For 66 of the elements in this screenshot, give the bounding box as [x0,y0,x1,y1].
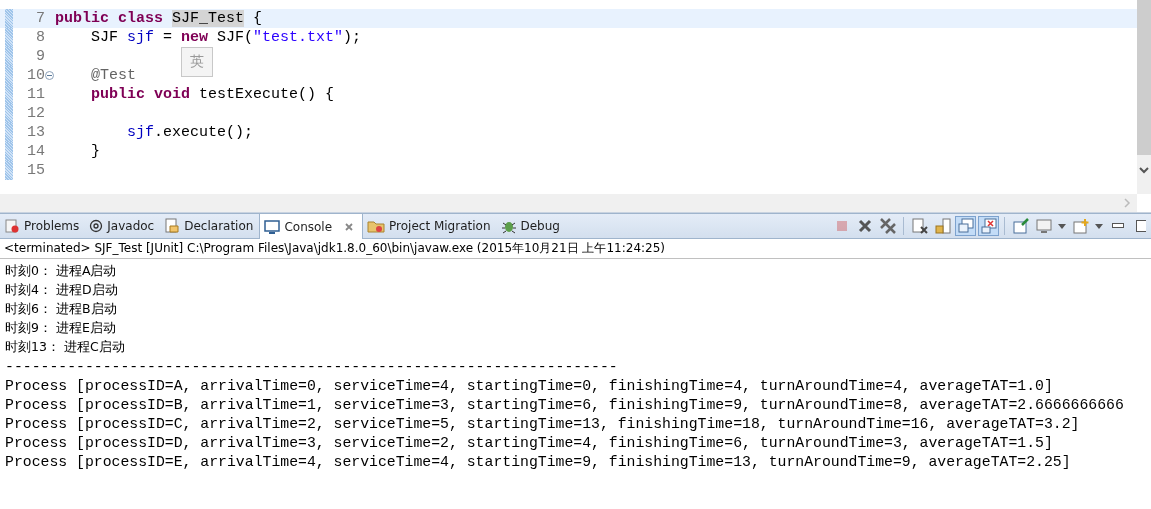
tab-label: Javadoc [107,219,155,233]
console-line: Process [processID=E, arrivalTime=4, serviceTime=4, startingTime=9, finishingTime=13, turnAroundTime=9, averageTAT=2.25] [5,452,1072,471]
problems-icon [4,218,20,234]
line-number: 12 [27,105,45,122]
toolbar-button[interactable] [877,216,898,236]
console-line: Process [processID=A, arrivalTime=0, serviceTime=4, startingTime=0, finishingTime=4, turnAroundTime=4, averageTAT=1.0] [5,376,1054,395]
new-console-icon [1072,218,1089,234]
console-header: <terminated> SJF_Test [JUnit] C:\Program Files\Java\jdk1.8.0_60\bin\javaw.exe (2015年10月21日 上午11:24:25) [0,239,1151,259]
tab-label: Debug [520,219,560,233]
vertical-scrollbar[interactable] [1137,0,1151,194]
code-line: public void testExecute() { [90,86,335,103]
console-line: 时刻6： 进程B启动 [5,300,118,318]
console-output-icon [957,218,974,234]
at-sign-icon [89,219,104,233]
code-line: SJF sjf = new SJF("test.txt"); [90,29,362,46]
tab-label: Console [284,219,333,234]
console-line: 时刻9： 进程E启动 [5,319,117,337]
toolbar-button[interactable] [1010,216,1031,236]
console-line: 时刻4： 进程D启动 [5,281,119,299]
console-line: Process [processID=B, arrivalTime=1, serviceTime=3, startingTime=6, finishingTime=9, turnAroundTime=8, averageTAT=2.6666666666 [5,395,1125,414]
pin-icon [1012,218,1029,234]
monitor-icon [1035,218,1052,234]
folder-icon [367,218,386,234]
ime-indicator: 英 [181,47,213,77]
dropdown-caret-icon [1058,223,1066,229]
close-icon [857,219,872,233]
minimize-icon [1111,223,1124,229]
document-icon [164,218,181,234]
horizontal-scrollbar[interactable] [0,194,1137,212]
fold-icon[interactable] [45,71,54,80]
tab-label: Project Migration [389,219,491,233]
tab-label: Problems [24,219,80,233]
line-number: 8 [36,29,45,46]
console-line: Process [processID=D, arrivalTime=3, serviceTime=2, startingTime=4, finishingTime=6, turnAroundTime=3, averageTAT=1.5] [5,433,1054,452]
code-line: sjf.execute(); [126,124,254,141]
view-tab[interactable]: Debug [496,214,566,238]
line-number: 14 [27,143,45,160]
view-tab[interactable]: Declaration [160,214,260,238]
scroll-lock-icon [934,218,951,234]
code-line: @Test [90,67,136,84]
line-number: 15 [27,162,45,179]
dropdown-caret-icon [1095,223,1103,229]
clear-console-icon [911,218,928,234]
console-line: 时刻13： 进程C启动 [5,338,126,356]
toolbar-button[interactable] [909,216,930,236]
console-line: --------------------------------------------------------------------- [5,357,619,376]
console-line: 时刻0： 进程A启动 [5,262,118,280]
tab-label: Declaration [184,219,254,233]
line-number: 11 [27,86,45,103]
monitor-icon [264,218,281,235]
line-number: 13 [27,124,45,141]
code-line: public class SJF_Test { [55,10,263,27]
view-tab[interactable]: Project Migration [363,214,497,238]
view-tab[interactable]: Problems [0,214,86,238]
code-line: } [90,143,100,160]
double-close-icon [879,218,896,234]
view-tab[interactable]: Console [259,214,364,239]
console-error-icon [980,218,997,234]
toolbar-button[interactable] [978,216,999,236]
line-number: 10 [27,67,45,84]
maximize-icon [1135,220,1146,232]
stop-icon [835,220,848,232]
line-number: 7 [36,10,45,27]
view-tab[interactable]: Javadoc [85,214,161,238]
console-line: Process [processID=C, arrivalTime=2, serviceTime=5, startingTime=13, finishingTime=18, turnAroundTime=16, averageTAT=3.2] [5,414,1081,433]
line-number: 9 [36,48,45,65]
